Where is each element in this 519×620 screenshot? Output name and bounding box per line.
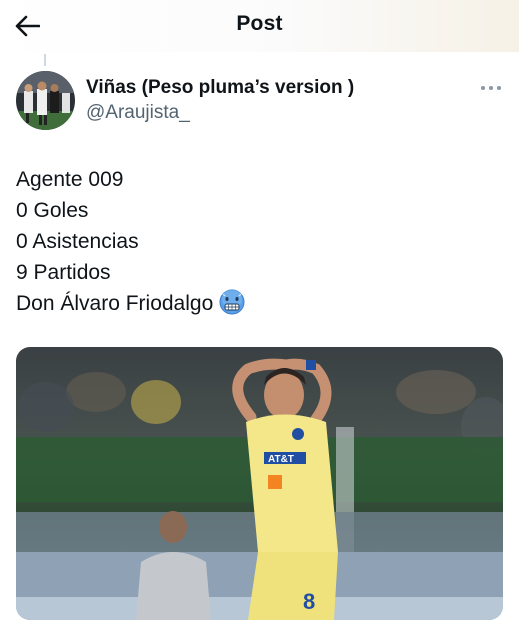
more-options-button[interactable]: [476, 80, 506, 96]
jersey-sponsor: AT&T: [268, 454, 294, 465]
page-title: Post: [236, 12, 283, 35]
tweet-media-photo[interactable]: AT&T 8: [16, 347, 503, 620]
jersey-number: 8: [303, 589, 315, 614]
tweet-text: Agente 009 0 Goles 0 Asistencias 9 Parti…: [16, 164, 496, 324]
tweet-line: 9 Partidos: [16, 261, 111, 284]
top-bar: Post: [0, 0, 519, 52]
avatar[interactable]: [16, 71, 75, 130]
thread-connector: [44, 54, 46, 66]
tweet-line: 0 Asistencias: [16, 230, 139, 253]
more-dots-icon: [481, 86, 501, 90]
tweet-line: Don Álvaro Friodalgo: [16, 292, 214, 315]
author-display-name[interactable]: Viñas (Peso pluma’s version ): [86, 77, 354, 99]
tweet-line: 0 Goles: [16, 199, 89, 222]
author-handle[interactable]: @Araujista_: [86, 102, 190, 124]
tweet-line: Agente 009: [16, 168, 124, 191]
tweet-line-with-emoji: Don Álvaro Friodalgo: [16, 288, 496, 324]
cold-face-emoji: [219, 289, 245, 324]
